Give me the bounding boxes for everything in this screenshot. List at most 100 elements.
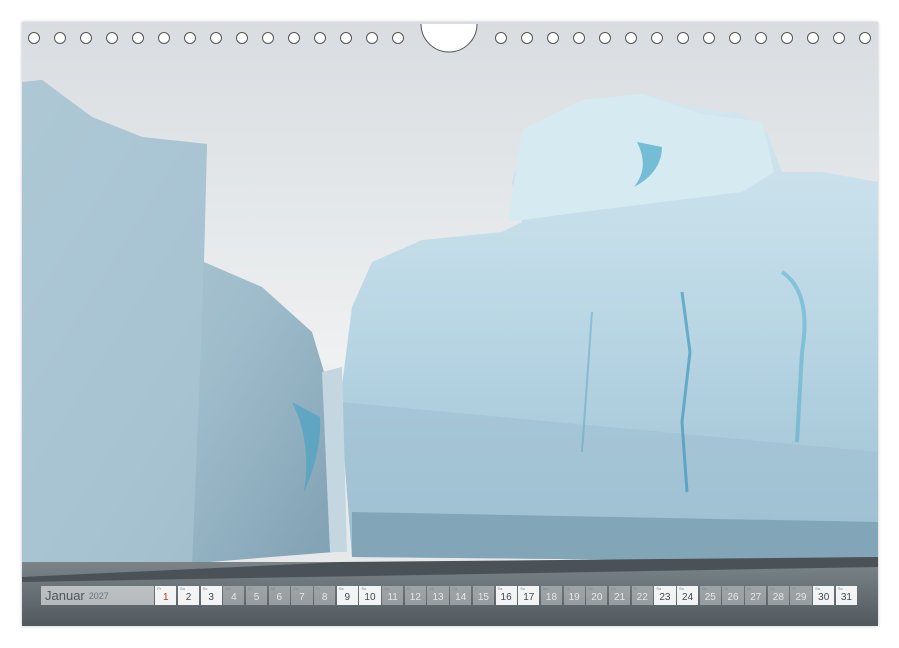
weekday-label: Do — [769, 586, 775, 591]
day-cell: Do 21 — [608, 586, 631, 605]
day-cell: Sa 30 — [813, 586, 835, 605]
day-cell: Mo 11 — [382, 586, 404, 605]
day-cell: Sa 16 — [495, 586, 517, 605]
weekday-label: Fr — [157, 586, 161, 591]
binding-hole — [677, 32, 689, 44]
day-cell: Di 19 — [563, 586, 585, 605]
binding-hole — [625, 32, 637, 44]
weekday-label: So — [679, 586, 684, 591]
binding-hole — [729, 32, 741, 44]
day-number: 12 — [409, 592, 421, 603]
weekday-label: Di — [724, 586, 729, 591]
weekday-label: So — [837, 586, 843, 591]
weekday-label: So — [202, 586, 208, 591]
day-number: 28 — [772, 592, 784, 603]
weekday-label: Do — [610, 586, 617, 591]
day-cell: Di 5 — [245, 586, 268, 605]
weekday-label: Mi — [270, 586, 275, 591]
day-number: 7 — [299, 592, 305, 603]
day-number: 2 — [185, 592, 192, 603]
binding-hole — [755, 32, 767, 44]
day-number: 8 — [321, 592, 328, 603]
day-number: 16 — [500, 592, 512, 603]
day-cell: Mo 25 — [699, 586, 721, 605]
binding-hole — [807, 32, 819, 44]
binding-hole — [392, 32, 404, 44]
day-cell: Mo 4 — [223, 586, 245, 605]
day-cell: Do 28 — [767, 586, 789, 605]
day-cell: Sa 2 — [177, 586, 200, 605]
day-number: 27 — [750, 592, 762, 603]
day-cell: Fr 8 — [314, 586, 336, 605]
day-number: 31 — [840, 592, 852, 603]
binding-hole — [106, 32, 118, 44]
binding-hole — [158, 32, 170, 44]
weekday-label: Mo — [701, 586, 708, 591]
day-cells: Fr 1 Sa 2 So 3 Mo 4 Di 5 Mi 6 Do 7 Fr 8 Sa 9 So 10 Mo 11 Di 12 M… — [154, 586, 857, 605]
day-number: 9 — [344, 592, 351, 603]
binding-hole — [314, 32, 326, 44]
day-number: 4 — [231, 592, 237, 603]
weekday-label: Mo — [542, 586, 549, 591]
day-cell: Mo 18 — [540, 586, 563, 605]
day-number: 23 — [659, 592, 671, 603]
weekday-label: Fr — [633, 586, 638, 591]
month-name: Januar — [45, 588, 85, 603]
day-number: 21 — [613, 592, 626, 603]
iceberg-photo — [22, 22, 878, 626]
binding-hole — [132, 32, 144, 44]
day-cell: Fr 1 — [155, 586, 177, 605]
weekday-label: Mi — [429, 586, 434, 591]
day-cell: Mi 27 — [745, 586, 767, 605]
day-number: 26 — [727, 592, 739, 603]
binding-hole — [781, 32, 793, 44]
weekday-label: Di — [247, 586, 252, 591]
day-cell: Sa 23 — [654, 586, 676, 605]
weekday-label: Do — [293, 586, 299, 591]
day-number: 11 — [387, 592, 398, 603]
weekday-label: Sa — [815, 586, 821, 591]
calendar-page: Januar 2027 Fr 1 Sa 2 So 3 Mo 4 Di 5 Mi 6 Do 7 Fr 8 Sa 9 S… — [22, 22, 878, 626]
binding-hole — [521, 32, 533, 44]
weekday-label: Sa — [497, 586, 503, 591]
weekday-label: So — [361, 586, 367, 591]
day-number: 10 — [364, 592, 376, 603]
day-cell: Do 7 — [291, 586, 313, 605]
day-number: 17 — [523, 592, 535, 603]
weekday-label: Fr — [474, 586, 479, 591]
calendar-strip: Januar 2027 Fr 1 Sa 2 So 3 Mo 4 Di 5 Mi 6 Do 7 Fr 8 Sa 9 S… — [41, 586, 857, 605]
weekday-label: Di — [565, 586, 570, 591]
binding-hole — [210, 32, 222, 44]
binding-hole — [236, 32, 248, 44]
binding-hole — [859, 32, 871, 44]
weekday-label: Fr — [316, 586, 320, 591]
day-cell: So 24 — [677, 586, 699, 605]
binding-hole — [495, 32, 507, 44]
binding-hole — [703, 32, 715, 44]
binding-hole — [262, 32, 274, 44]
day-number: 1 — [163, 592, 169, 603]
binding-hole — [651, 32, 663, 44]
day-cell: Mi 6 — [268, 586, 290, 605]
day-number: 29 — [795, 592, 807, 603]
day-cell: Di 12 — [404, 586, 426, 605]
day-cell: Do 14 — [450, 586, 472, 605]
binding-hole — [366, 32, 378, 44]
month-label: Januar 2027 — [41, 586, 154, 605]
day-number: 15 — [477, 592, 489, 603]
day-cell: Mi 13 — [427, 586, 449, 605]
day-number: 19 — [568, 592, 580, 603]
binding-hole — [833, 32, 845, 44]
weekday-label: Mi — [588, 586, 593, 591]
day-number: 14 — [455, 592, 467, 603]
weekday-label: Do — [452, 586, 458, 591]
binding-hole — [547, 32, 559, 44]
weekday-label: Mo — [384, 586, 390, 591]
day-number: 5 — [253, 592, 260, 603]
weekday-label: Mi — [747, 586, 752, 591]
day-cell: So 3 — [200, 586, 222, 605]
binding-hole — [573, 32, 585, 44]
binding-hole — [54, 32, 66, 44]
day-number: 24 — [682, 592, 694, 603]
weekday-label: Fr — [792, 586, 797, 591]
